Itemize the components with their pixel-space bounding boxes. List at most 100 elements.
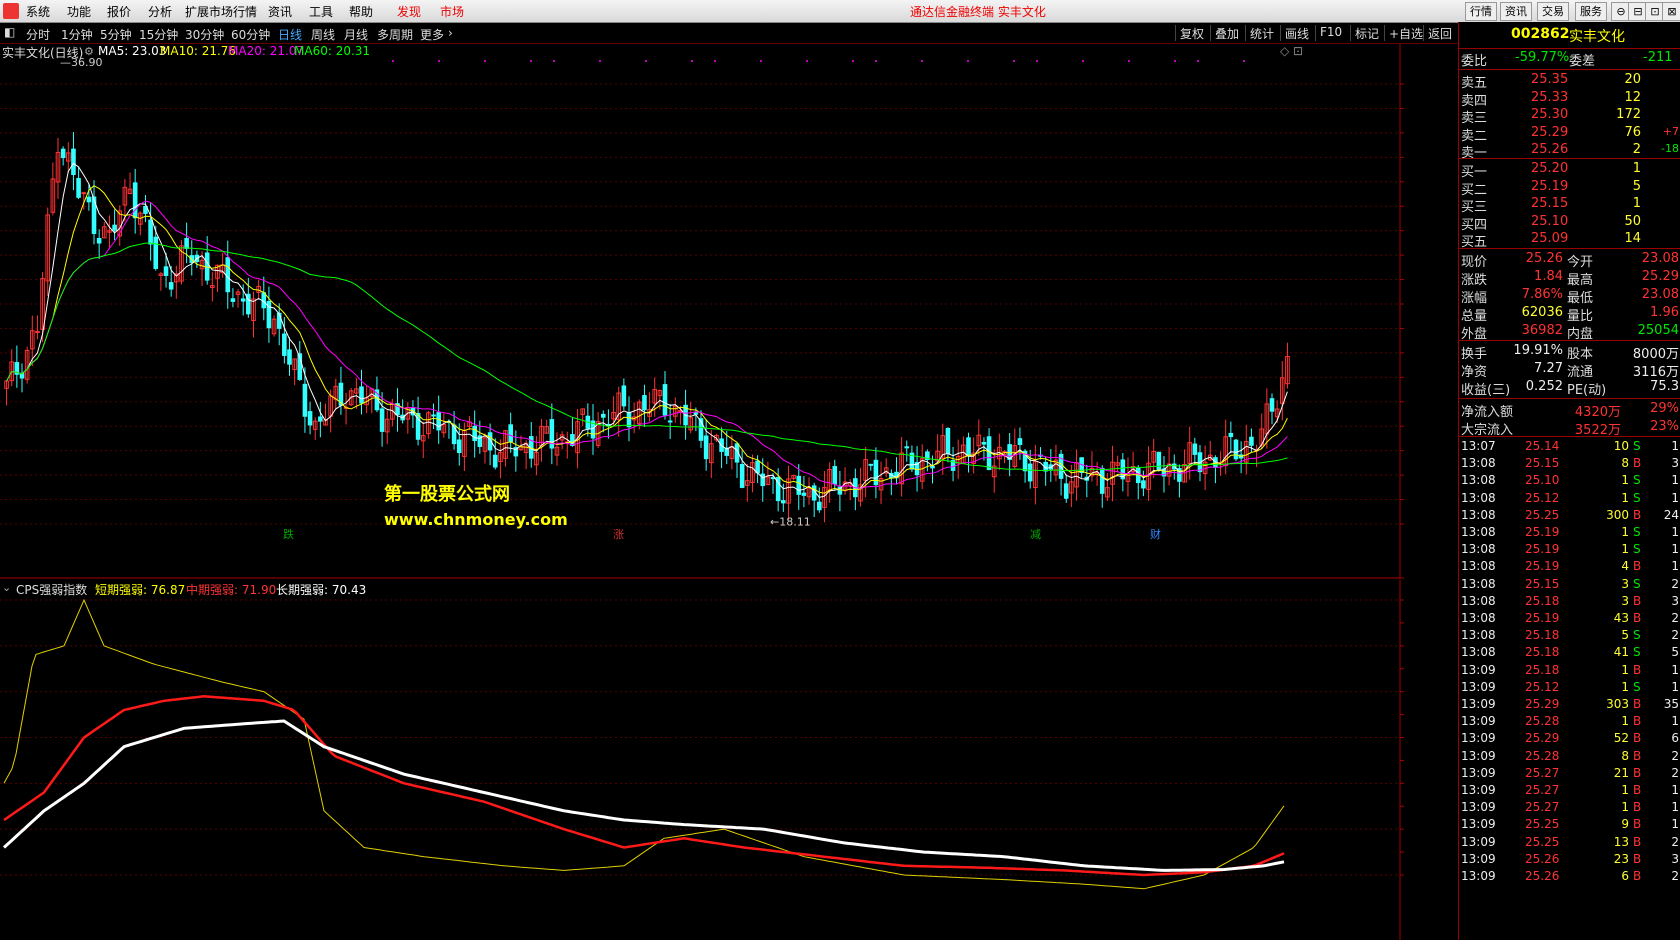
- tick-price: 25.18: [1525, 628, 1560, 643]
- candle-body: [86, 196, 92, 203]
- toggle-panel-icon[interactable]: ◧: [4, 25, 15, 39]
- menu-item[interactable]: 功能: [67, 3, 91, 20]
- kline-chart[interactable]: 36.0035.0034.0033.0032.0031.0030.0029.00…: [0, 44, 1404, 579]
- candle-body: [868, 463, 874, 466]
- tick-side: B: [1633, 731, 1642, 746]
- event-dot: [691, 60, 693, 62]
- tick-side: B: [1633, 662, 1642, 677]
- stat-value: 23.08: [1641, 251, 1679, 266]
- top-button[interactable]: 服务: [1575, 2, 1607, 21]
- period-tab[interactable]: 多周期: [377, 26, 413, 43]
- candle-body: [667, 420, 673, 423]
- menu-item[interactable]: 报价: [107, 3, 131, 20]
- toolbar-button[interactable]: F10: [1315, 25, 1342, 41]
- fundamental-value: 19.91%: [1513, 343, 1563, 358]
- toolbar-button[interactable]: 叠加: [1210, 25, 1239, 41]
- period-tab[interactable]: 15分钟: [139, 26, 178, 43]
- tick-row: 13:09 25.29 52 B 6: [1459, 730, 1680, 748]
- stat-value: 1.84: [1534, 269, 1563, 284]
- event-dot: [392, 60, 394, 62]
- period-tab[interactable]: 1分钟: [61, 26, 93, 43]
- event-dot: [1128, 60, 1130, 62]
- menu-item[interactable]: 资讯: [268, 3, 292, 20]
- menu-market[interactable]: 市场: [440, 3, 464, 20]
- tick-count: 24: [1663, 507, 1679, 522]
- top-button[interactable]: 交易: [1537, 2, 1569, 21]
- period-tab[interactable]: 30分钟: [185, 26, 224, 43]
- ask-price: 25.35: [1531, 72, 1569, 87]
- event-mark[interactable]: 财: [1150, 527, 1161, 541]
- menu-discover[interactable]: 发现: [397, 3, 421, 20]
- close-icon[interactable]: ⊠: [1662, 2, 1680, 21]
- candle-body: [492, 454, 498, 468]
- toolbar-button[interactable]: 标记: [1350, 25, 1379, 41]
- tick-price: 25.28: [1525, 748, 1560, 763]
- tick-count: 1: [1671, 662, 1679, 677]
- candle-body: [456, 439, 462, 454]
- tick-time: 13:09: [1461, 783, 1496, 797]
- tick-count: 6: [1671, 731, 1679, 746]
- menu-item[interactable]: 帮助: [349, 3, 373, 20]
- period-tab[interactable]: 更多: [420, 26, 444, 43]
- candle-body: [626, 412, 632, 428]
- tick-row: 13:08 25.10 1 S 1: [1459, 472, 1680, 490]
- period-tab[interactable]: 分时: [26, 26, 50, 43]
- tick-time: 13:09: [1461, 817, 1496, 832]
- period-tab[interactable]: 月线: [344, 26, 368, 43]
- toolbar-button[interactable]: 画线: [1280, 25, 1309, 41]
- tick-time: 13:08: [1461, 645, 1496, 660]
- candle-body: [318, 416, 323, 422]
- kline-canvas[interactable]: 36.0035.0034.0033.0032.0031.0030.0029.00…: [0, 44, 1404, 579]
- tick-count: 3: [1671, 593, 1679, 608]
- candle-body: [431, 414, 436, 417]
- event-mark[interactable]: 跌: [283, 527, 294, 541]
- settings-gear-icon[interactable]: ⚙: [84, 45, 94, 58]
- candle-body: [96, 237, 102, 244]
- candle-body: [71, 148, 76, 176]
- candle-body: [1249, 436, 1254, 446]
- tick-row: 13:08 25.19 43 B 2: [1459, 610, 1680, 628]
- period-tab[interactable]: 60分钟: [231, 26, 270, 43]
- bid-row: 买三 25.15 1: [1459, 195, 1680, 215]
- period-tab[interactable]: 5分钟: [100, 26, 132, 43]
- menu-item[interactable]: 扩展市场行情: [185, 3, 257, 20]
- candle-body: [359, 386, 364, 404]
- tick-price: 25.27: [1525, 783, 1560, 797]
- event-mark[interactable]: 减: [1030, 528, 1041, 541]
- tick-side: B: [1633, 507, 1642, 522]
- ask-row: 卖四 25.33 12: [1459, 89, 1680, 109]
- period-tab[interactable]: 日线: [278, 26, 302, 43]
- toolbar-button[interactable]: 返回: [1423, 25, 1452, 41]
- tick-row: 13:09 25.26 6 B 2: [1459, 868, 1680, 886]
- indicator-canvas[interactable]: 100.097.5095.0092.5090.0087.5085.0082.50…: [0, 580, 1404, 940]
- tick-row: 13:08 25.15 8 B 3: [1459, 455, 1680, 473]
- chevron-right-icon[interactable]: ›: [448, 26, 453, 40]
- candle-body: [662, 384, 668, 416]
- top-button[interactable]: 资讯: [1500, 2, 1532, 21]
- tick-price: 25.18: [1525, 645, 1560, 660]
- tick-time: 13:08: [1461, 576, 1496, 591]
- menu-item[interactable]: 系统: [26, 3, 50, 20]
- menu-item[interactable]: 工具: [309, 3, 333, 20]
- candle-body: [801, 492, 807, 496]
- top-button[interactable]: 行情: [1465, 2, 1497, 21]
- chart-options-icon[interactable]: ◇ ⊡: [1280, 44, 1303, 58]
- event-mark[interactable]: 涨: [613, 528, 624, 541]
- ma5-label: MA5: 23.03: [98, 44, 167, 58]
- indicator-chart[interactable]: 100.097.5095.0092.5090.0087.5085.0082.50…: [0, 580, 1404, 940]
- fundamental-value: 7.27: [1534, 361, 1563, 376]
- toolbar-button[interactable]: 统计: [1245, 25, 1274, 41]
- fundamental-row: 净资 7.27 流通 3116万: [1459, 360, 1680, 380]
- tick-count: 1: [1671, 490, 1679, 505]
- toolbar-button[interactable]: 复权: [1175, 25, 1204, 41]
- candle-body: [739, 463, 745, 488]
- flow-row: 大宗流入 3522万 23%: [1459, 418, 1680, 438]
- tick-volume: 8: [1621, 456, 1629, 471]
- tick-time: 13:07: [1461, 439, 1496, 453]
- menu-item[interactable]: 分析: [148, 3, 172, 20]
- toolbar-button[interactable]: +自选: [1384, 25, 1423, 41]
- indicator-toggle-icon[interactable]: ⌄: [2, 581, 11, 594]
- tick-price: 25.25: [1525, 834, 1560, 849]
- stat-value: 25.29: [1641, 269, 1679, 284]
- period-tab[interactable]: 周线: [311, 26, 335, 43]
